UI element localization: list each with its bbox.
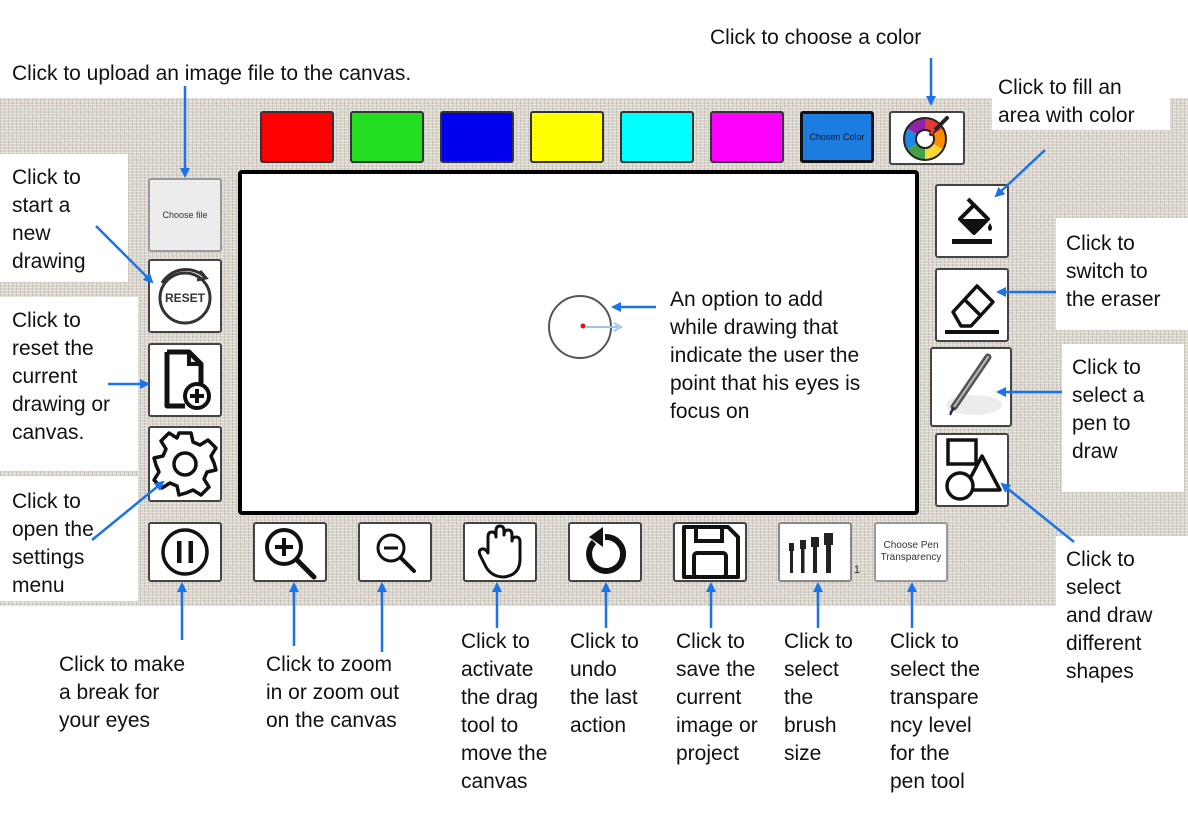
choose-file-button[interactable]: Choose file [148, 178, 222, 252]
annotation-focus-point: An option to add while drawing that indica… [664, 286, 894, 426]
fill-bucket-button[interactable] [935, 184, 1009, 258]
annotation-eraser: Click to switch to the eraser [1056, 218, 1188, 330]
pen-transparency-button[interactable]: Choose Pen Transparency [874, 522, 948, 582]
annotation-save: Click to save the current image or project [676, 630, 758, 765]
pause-icon [161, 528, 209, 576]
color-palette-icon [903, 116, 949, 161]
annotation-start-new: Click to start a new drawing [0, 154, 128, 282]
color-swatch-yellow[interactable] [530, 111, 604, 163]
annotation-upload-image: Click to upload an image file to the can… [12, 62, 412, 85]
annotation-pen: Click to select a pen to draw [1062, 344, 1184, 492]
brush-size-value: 1 [853, 564, 860, 576]
annotation-undo: Click to undo the last action [570, 630, 639, 737]
paint-bucket-icon [952, 197, 992, 244]
new-file-icon [164, 349, 211, 410]
eraser-icon [945, 284, 999, 334]
reset-button[interactable]: RESET [148, 259, 222, 333]
annotation-reset-current: Click to reset the current drawing or canvas… [0, 297, 138, 471]
shapes-button[interactable] [935, 433, 1009, 507]
gear-icon [152, 431, 218, 497]
settings-button[interactable] [148, 426, 222, 502]
brush-size-button[interactable]: 1 [778, 522, 860, 582]
chosen-color-swatch[interactable]: Chosen Color [800, 111, 874, 163]
zoom-in-icon [265, 528, 317, 580]
color-swatch-blue[interactable] [440, 111, 514, 163]
annotation-shapes: Click to select and draw different shapes [1056, 536, 1188, 686]
save-button[interactable] [673, 522, 747, 582]
eraser-button[interactable] [935, 268, 1009, 342]
zoom-out-button[interactable] [358, 522, 432, 582]
annotation-fill-area: Click to fill an area with color [992, 74, 1170, 130]
annotation-zoom: Click to zoom in or zoom out on the canvas [266, 653, 400, 732]
annotation-brush-size: Click to select the brush size [784, 630, 853, 765]
annotation-choose-color: Click to choose a color [710, 26, 922, 49]
brushes-icon [789, 533, 833, 573]
break-button[interactable] [148, 522, 222, 582]
pen-icon [946, 353, 1002, 416]
annotation-drag: Click to activate the drag tool to move the c… [461, 630, 548, 793]
color-swatch-red[interactable] [260, 111, 334, 163]
zoom-in-button[interactable] [253, 522, 327, 582]
drag-tool-button[interactable] [463, 522, 537, 582]
floppy-disk-icon [682, 525, 740, 579]
new-drawing-button[interactable] [148, 343, 222, 417]
color-swatch-magenta[interactable] [710, 111, 784, 163]
hand-icon [477, 524, 522, 579]
undo-button[interactable] [568, 522, 642, 582]
zoom-out-icon [376, 533, 416, 573]
annotation-open-settings: Click to open the settings menu [0, 476, 138, 601]
color-swatch-cyan[interactable] [620, 111, 694, 163]
color-swatch-green[interactable] [350, 111, 424, 163]
annotation-break: Click to make a break for your eyes [59, 653, 186, 732]
pen-button[interactable] [930, 347, 1012, 427]
color-picker-button[interactable] [889, 111, 965, 165]
shapes-icon [945, 438, 1002, 501]
undo-icon [586, 527, 627, 574]
annotation-transparency: Click to select the transpare ncy level for … [890, 630, 980, 793]
